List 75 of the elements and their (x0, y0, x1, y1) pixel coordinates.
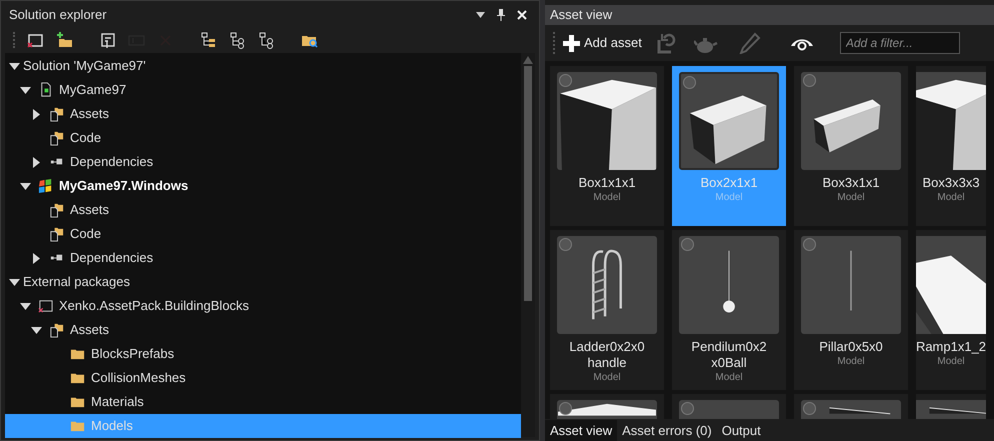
asset-name: Ladder0x2x0handle (568, 339, 646, 371)
expanded-arrow-icon[interactable] (19, 84, 31, 96)
asset-type: Model (937, 355, 965, 369)
tree-item[interactable]: CollisionMeshes (5, 366, 521, 390)
hierarchy-icon[interactable] (258, 32, 275, 48)
asset-name: Box2x1x1 (699, 175, 759, 191)
windows-logo-icon (38, 178, 54, 194)
hierarchy-icon[interactable] (200, 32, 217, 48)
tree-item[interactable]: Materials (5, 390, 521, 414)
tab[interactable]: Asset view (545, 420, 618, 441)
properties-icon[interactable] (99, 32, 116, 48)
asset-type: Model (593, 191, 621, 205)
collapsed-arrow-icon[interactable] (30, 252, 42, 264)
pin-icon[interactable] (497, 8, 505, 20)
asset-tile[interactable]: Ramp1x1_2 Model (916, 230, 986, 390)
tab[interactable]: Output (716, 420, 766, 441)
pendulum-drawing (723, 250, 735, 312)
asset-name: Box3x3x3 (921, 175, 981, 191)
dropdown-icon[interactable] (476, 12, 485, 18)
box-drawing (814, 99, 880, 152)
tree-item[interactable]: BlocksPrefabs (5, 342, 521, 366)
expanded-arrow-icon[interactable] (8, 276, 20, 288)
asset-name: Pillar0x5x0 (818, 339, 884, 355)
tree-item[interactable]: MyGame97.Windows (5, 174, 521, 198)
asset-folder-icon (49, 202, 65, 218)
tree-item[interactable]: Code (5, 126, 521, 150)
package-icon (38, 298, 54, 314)
panel-title: Asset view (550, 6, 612, 24)
asset-folder-icon (49, 226, 65, 242)
wedge-drawing (928, 407, 986, 414)
scrollbar[interactable] (521, 53, 535, 437)
tree-item[interactable]: External packages (5, 270, 521, 294)
asset-type: Model (715, 191, 743, 205)
expanded-arrow-icon[interactable] (19, 300, 31, 312)
asset-tile[interactable]: Box3x1x1 Model (794, 66, 908, 226)
wedge-drawing (828, 407, 891, 414)
asset-folder-icon (49, 106, 65, 122)
tree-item[interactable]: MyGame97 (5, 78, 521, 102)
collapsed-arrow-icon[interactable] (30, 108, 42, 120)
asset-tile[interactable]: Box1x1x1 Model (550, 66, 664, 226)
tree-item[interactable]: Dependencies (5, 150, 521, 174)
asset-tile[interactable]: Pendilum0x2x0Ball Model (672, 230, 786, 390)
panel-title: Solution explorer (9, 6, 107, 24)
asset-folder-icon (49, 322, 65, 338)
tree-item[interactable]: Dependencies (5, 246, 521, 270)
asset-type: Model (937, 191, 965, 205)
tree-item[interactable]: Code (5, 222, 521, 246)
expanded-arrow-icon[interactable] (8, 60, 20, 72)
asset-name: Box3x1x1 (821, 175, 881, 191)
close-icon[interactable] (517, 10, 527, 20)
asset-folder-icon (49, 130, 65, 146)
asset-tile[interactable]: Box3x3x3 Model (916, 66, 986, 226)
tree-item[interactable]: Assets (5, 198, 521, 222)
asset-name: Box1x1x1 (577, 175, 637, 191)
tree-item[interactable]: Assets (5, 318, 521, 342)
new-folder-icon[interactable] (56, 32, 73, 48)
asset-name: Ramp1x1_2 (916, 339, 986, 355)
tab[interactable]: Asset errors (0) (617, 420, 717, 441)
asset-name: Pendilum0x2x0Ball (690, 339, 768, 371)
collapsed-arrow-icon[interactable] (30, 156, 42, 168)
asset-type: Model (837, 191, 865, 205)
tree-item[interactable]: Xenko.AssetPack.BuildingBlocks (5, 294, 521, 318)
hierarchy-icon[interactable] (229, 32, 246, 48)
add-asset-button[interactable]: Add asset (563, 33, 642, 53)
tree-item[interactable]: Solution 'MyGame97' (5, 54, 521, 78)
asset-type: Model (593, 371, 621, 385)
asset-type: Model (837, 355, 865, 369)
tree-item[interactable]: Assets (5, 102, 521, 126)
plus-icon (563, 34, 580, 52)
asset-type: Model (715, 371, 743, 385)
ladder-drawing (592, 250, 622, 321)
expanded-arrow-icon[interactable] (30, 324, 42, 336)
asset-tile[interactable]: Ladder0x2x0handle Model (550, 230, 664, 390)
close-solution-icon[interactable] (27, 32, 44, 48)
expanded-arrow-icon[interactable] (19, 180, 31, 192)
